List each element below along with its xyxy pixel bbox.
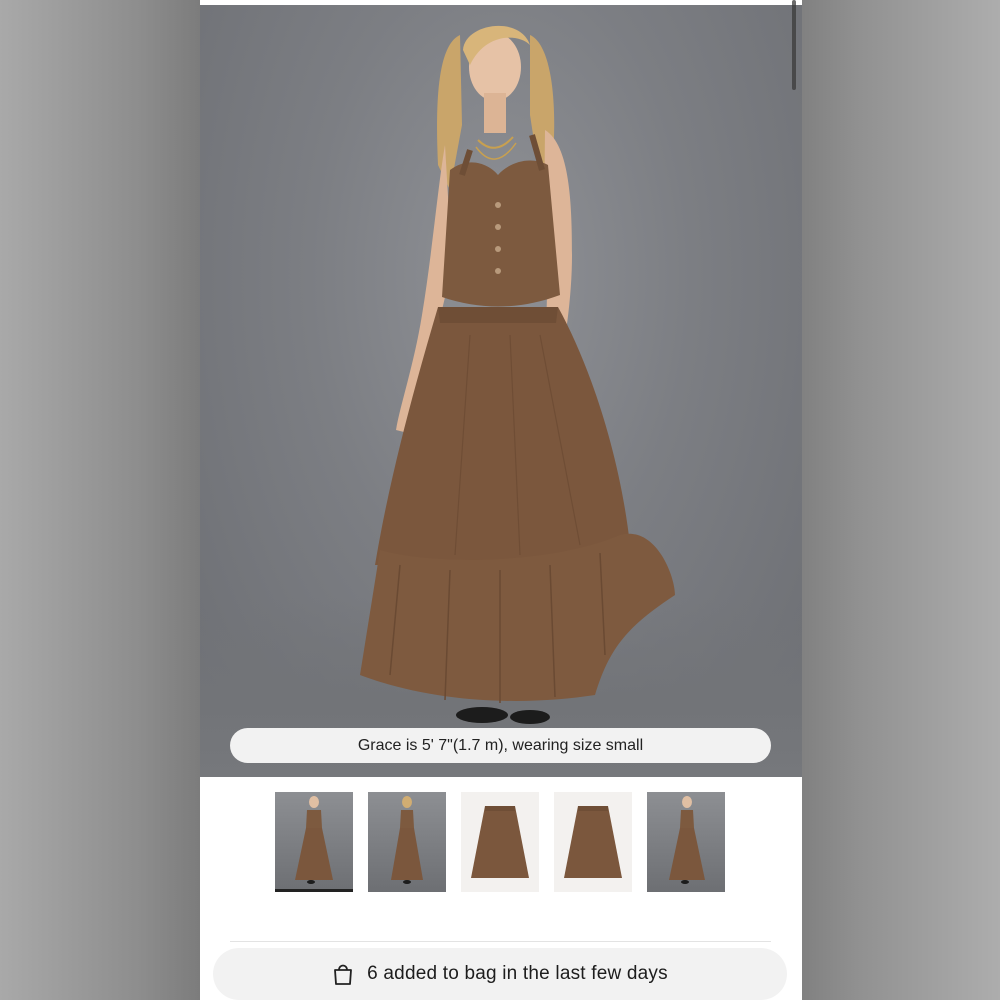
thumbnail-side-model[interactable]	[647, 792, 725, 892]
shopping-bag-icon	[334, 964, 353, 985]
added-to-bag-text: 6 added to bag in the last few days	[367, 963, 668, 984]
section-divider	[230, 941, 771, 942]
thumbnail-image	[564, 806, 622, 878]
product-hero-image[interactable]: Grace is 5' 7"(1.7 m), wearing size smal…	[200, 5, 802, 777]
thumbnail-strip	[275, 792, 730, 892]
model-illustration	[360, 25, 675, 724]
thumbnail-front-model[interactable]	[275, 792, 353, 892]
thumbnail-image	[295, 796, 333, 884]
added-to-bag-notice: 6 added to bag in the last few days	[213, 948, 787, 1000]
thumbnail-back-model[interactable]	[368, 792, 446, 892]
thumbnail-image	[471, 806, 529, 878]
thumbnail-image	[391, 796, 423, 884]
background-blur-right	[800, 0, 1000, 1000]
thumbnail-flat-front[interactable]	[461, 792, 539, 892]
scrollbar[interactable]	[792, 0, 796, 90]
product-page: Grace is 5' 7"(1.7 m), wearing size smal…	[200, 0, 802, 1000]
thumbnail-image	[669, 796, 705, 884]
model-size-caption: Grace is 5' 7"(1.7 m), wearing size smal…	[230, 728, 771, 763]
thumbnail-flat-back[interactable]	[554, 792, 632, 892]
background-blur-left	[0, 0, 200, 1000]
